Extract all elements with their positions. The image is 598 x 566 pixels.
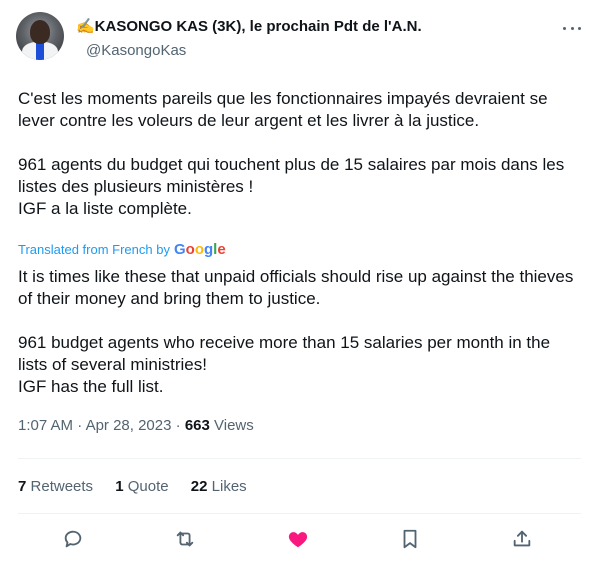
author-display-name[interactable]: ✍️KASONGO KAS (3K), le prochain Pdt de l… <box>76 17 422 35</box>
likes-stat[interactable]: 22 Likes <box>191 478 247 495</box>
tweet-timestamp[interactable]: 1:07 AM · Apr 28, 2023 · 663 Views <box>18 417 254 434</box>
like-icon[interactable] <box>287 528 311 552</box>
divider <box>18 458 581 459</box>
avatar[interactable] <box>16 12 64 60</box>
tweet-card: ✍️KASONGO KAS (3K), le prochain Pdt de l… <box>0 0 598 566</box>
retweets-stat[interactable]: 7 Retweets <box>18 478 93 495</box>
translation-note-label: Translated from French by <box>18 242 170 257</box>
translation-note[interactable]: Translated from French by Google <box>18 241 226 258</box>
reply-icon[interactable] <box>62 528 86 552</box>
google-logo: Google <box>173 241 226 258</box>
tweet-time: 1:07 AM <box>18 417 74 434</box>
share-icon[interactable] <box>511 528 535 552</box>
engagement-stats: 7 Retweets 1 Quote 22 Likes <box>18 478 265 495</box>
quotes-stat[interactable]: 1 Quote <box>115 478 168 495</box>
views-count: 663 <box>184 417 210 434</box>
divider <box>18 513 581 514</box>
bookmark-icon[interactable] <box>399 528 423 552</box>
tweet-translated-text: It is times like these that unpaid offic… <box>18 267 574 396</box>
views-label: Views <box>214 417 254 434</box>
retweet-icon[interactable] <box>174 528 198 552</box>
tweet-original-text: C'est les moments pareils que les foncti… <box>18 89 565 218</box>
more-options-icon[interactable] <box>560 18 584 38</box>
author-handle[interactable]: @KasongoKas <box>86 42 186 59</box>
tweet-date: Apr 28, 2023 <box>85 417 172 434</box>
